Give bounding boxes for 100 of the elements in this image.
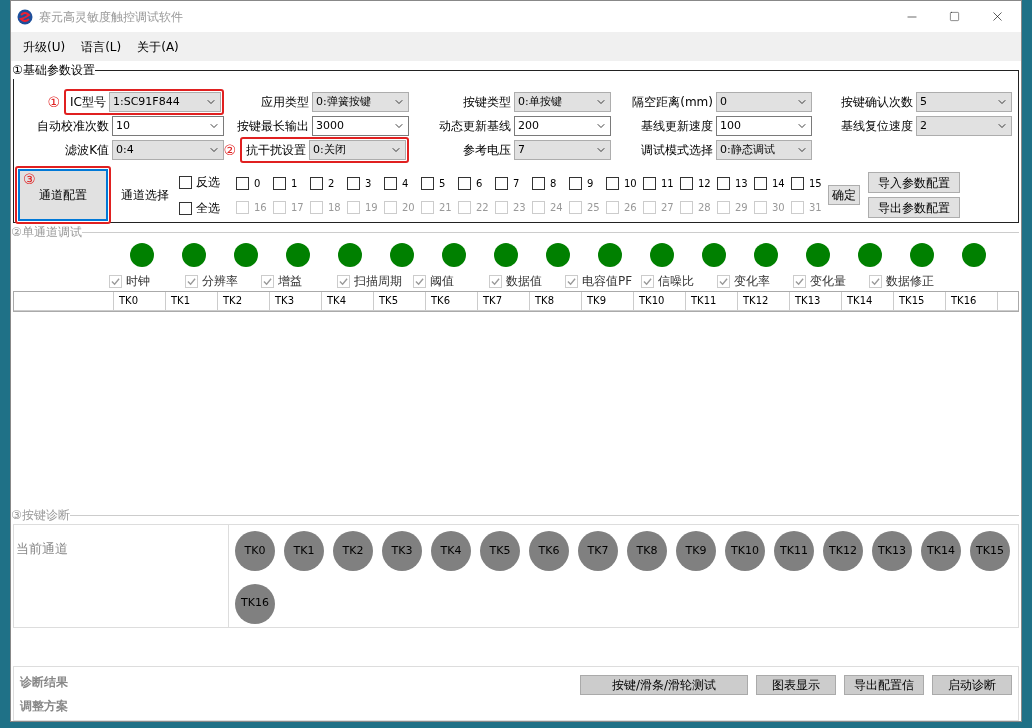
dropdown[interactable]: 0:静态调试 <box>716 140 812 160</box>
checkbox[interactable] <box>347 176 360 190</box>
channel-key[interactable]: TK13 <box>872 531 912 571</box>
checkbox[interactable] <box>273 176 286 190</box>
dropdown[interactable]: 100 <box>716 116 812 136</box>
header-cell: TK16 <box>946 292 998 310</box>
result-label: 诊断结果 <box>20 673 68 691</box>
field-label: 基线更新速度 <box>641 118 713 135</box>
checkbox[interactable] <box>569 176 582 190</box>
dropdown[interactable]: 0 <box>716 92 812 112</box>
confirm-button[interactable]: 确定 <box>828 185 860 205</box>
menu-item[interactable]: 升级(U) <box>17 37 72 56</box>
checkbox-label: 8 <box>550 176 557 191</box>
channel-key[interactable]: TK14 <box>921 531 961 571</box>
checkbox[interactable] <box>643 176 656 190</box>
action-button[interactable]: 导出配置信 <box>844 674 924 695</box>
channel-key[interactable]: TK9 <box>676 531 716 571</box>
checkbox-label: 数据值 <box>506 273 542 290</box>
dropdown[interactable]: 0:单按键 <box>514 92 611 112</box>
header-cell: TK11 <box>686 292 738 310</box>
channel-key[interactable]: TK5 <box>480 531 520 571</box>
checkbox-label: 电容值PF <box>582 273 633 290</box>
dropdown[interactable]: 10 <box>112 116 224 136</box>
dropdown[interactable]: 1:SC91F844 <box>109 92 221 112</box>
checkbox[interactable] <box>606 176 619 190</box>
checkbox[interactable] <box>384 176 397 190</box>
channel-key[interactable]: TK15 <box>970 531 1010 571</box>
checkbox-label: 28 <box>698 200 711 215</box>
dropdown[interactable]: 0:4 <box>112 140 224 160</box>
header-cell: TK10 <box>634 292 686 310</box>
header-cell: TK4 <box>322 292 374 310</box>
action-button[interactable]: 图表显示 <box>756 674 836 695</box>
checkbox[interactable] <box>179 175 192 189</box>
action-button[interactable]: 按键/滑条/滑轮测试 <box>580 674 748 695</box>
checkbox-label: 21 <box>439 200 452 215</box>
channel-key[interactable]: TK0 <box>235 531 275 571</box>
checkbox[interactable] <box>791 176 804 190</box>
header-cell: TK12 <box>738 292 790 310</box>
field-label: 按键最长输出 <box>237 118 309 135</box>
channel-key[interactable]: TK12 <box>823 531 863 571</box>
channel-key[interactable]: TK4 <box>431 531 471 571</box>
menu-item[interactable]: 关于(A) <box>131 37 185 56</box>
checkbox-label: 24 <box>550 200 563 215</box>
channel-key[interactable]: TK2 <box>333 531 373 571</box>
dropdown[interactable]: 0:弹簧按键 <box>312 92 409 112</box>
channel-key[interactable]: TK6 <box>529 531 569 571</box>
checkbox-label: 2 <box>328 176 335 191</box>
checkbox-label: 12 <box>698 176 711 191</box>
action-button[interactable]: 启动诊断 <box>932 674 1012 695</box>
channel-key[interactable]: TK11 <box>774 531 814 571</box>
checkbox-label: 11 <box>661 176 674 191</box>
checkbox[interactable] <box>179 201 192 215</box>
checkbox[interactable] <box>495 176 508 190</box>
checkbox[interactable] <box>532 176 545 190</box>
checkbox-label: 增益 <box>278 273 302 290</box>
maximize-icon[interactable] <box>949 11 960 22</box>
channel-key[interactable]: TK8 <box>627 531 667 571</box>
checkbox-label: 14 <box>772 176 785 191</box>
channel-key[interactable]: TK3 <box>382 531 422 571</box>
dropdown[interactable]: 2 <box>916 116 1012 136</box>
checkbox[interactable] <box>310 176 323 190</box>
channel-key[interactable]: TK1 <box>284 531 324 571</box>
header-cell: TK8 <box>530 292 582 310</box>
checkbox-label: 扫描周期 <box>354 273 402 290</box>
dropdown[interactable]: 5 <box>916 92 1012 112</box>
dropdown[interactable]: 0:关闭 <box>309 140 406 160</box>
field-label: 自动校准次数 <box>37 118 109 135</box>
checkbox-label: 18 <box>328 200 341 215</box>
checkbox-label: 变化率 <box>734 273 770 290</box>
checkbox[interactable] <box>458 176 471 190</box>
export-button[interactable]: 导出参数配置 <box>868 197 960 218</box>
channel-config-button[interactable]: ③ 通道配置 <box>18 169 108 221</box>
checkbox-label: 31 <box>809 200 822 215</box>
dropdown[interactable]: 200 <box>514 116 611 136</box>
plan-label: 调整方案 <box>20 697 68 715</box>
checkbox[interactable] <box>754 176 767 190</box>
menu-item[interactable]: 语言(L) <box>75 37 128 56</box>
channel-key[interactable]: TK7 <box>578 531 618 571</box>
channel-key[interactable]: TK10 <box>725 531 765 571</box>
checkbox-label: 16 <box>254 200 267 215</box>
checkbox[interactable] <box>717 176 730 190</box>
checkbox-label: 13 <box>735 176 748 191</box>
header-cell: TK2 <box>218 292 270 310</box>
dropdown[interactable]: 7 <box>514 140 611 160</box>
field-label: 抗干扰设置 <box>246 142 306 159</box>
annotation-number: ② <box>223 140 236 160</box>
header-cell: TK0 <box>114 292 166 310</box>
channel-key[interactable]: TK16 <box>235 583 275 624</box>
field-label: 基线复位速度 <box>841 118 913 135</box>
checkbox[interactable] <box>236 176 249 190</box>
dropdown[interactable]: 3000 <box>312 116 409 136</box>
checkbox[interactable] <box>680 176 693 190</box>
import-button[interactable]: 导入参数配置 <box>868 172 960 193</box>
checkbox[interactable] <box>421 176 434 190</box>
checkbox-label: 0 <box>254 176 261 191</box>
checkbox-label: 26 <box>624 200 637 215</box>
header-cell: TK7 <box>478 292 530 310</box>
header-cell: TK6 <box>426 292 478 310</box>
checkbox-label: 19 <box>365 200 378 215</box>
close-icon[interactable] <box>990 9 1005 24</box>
